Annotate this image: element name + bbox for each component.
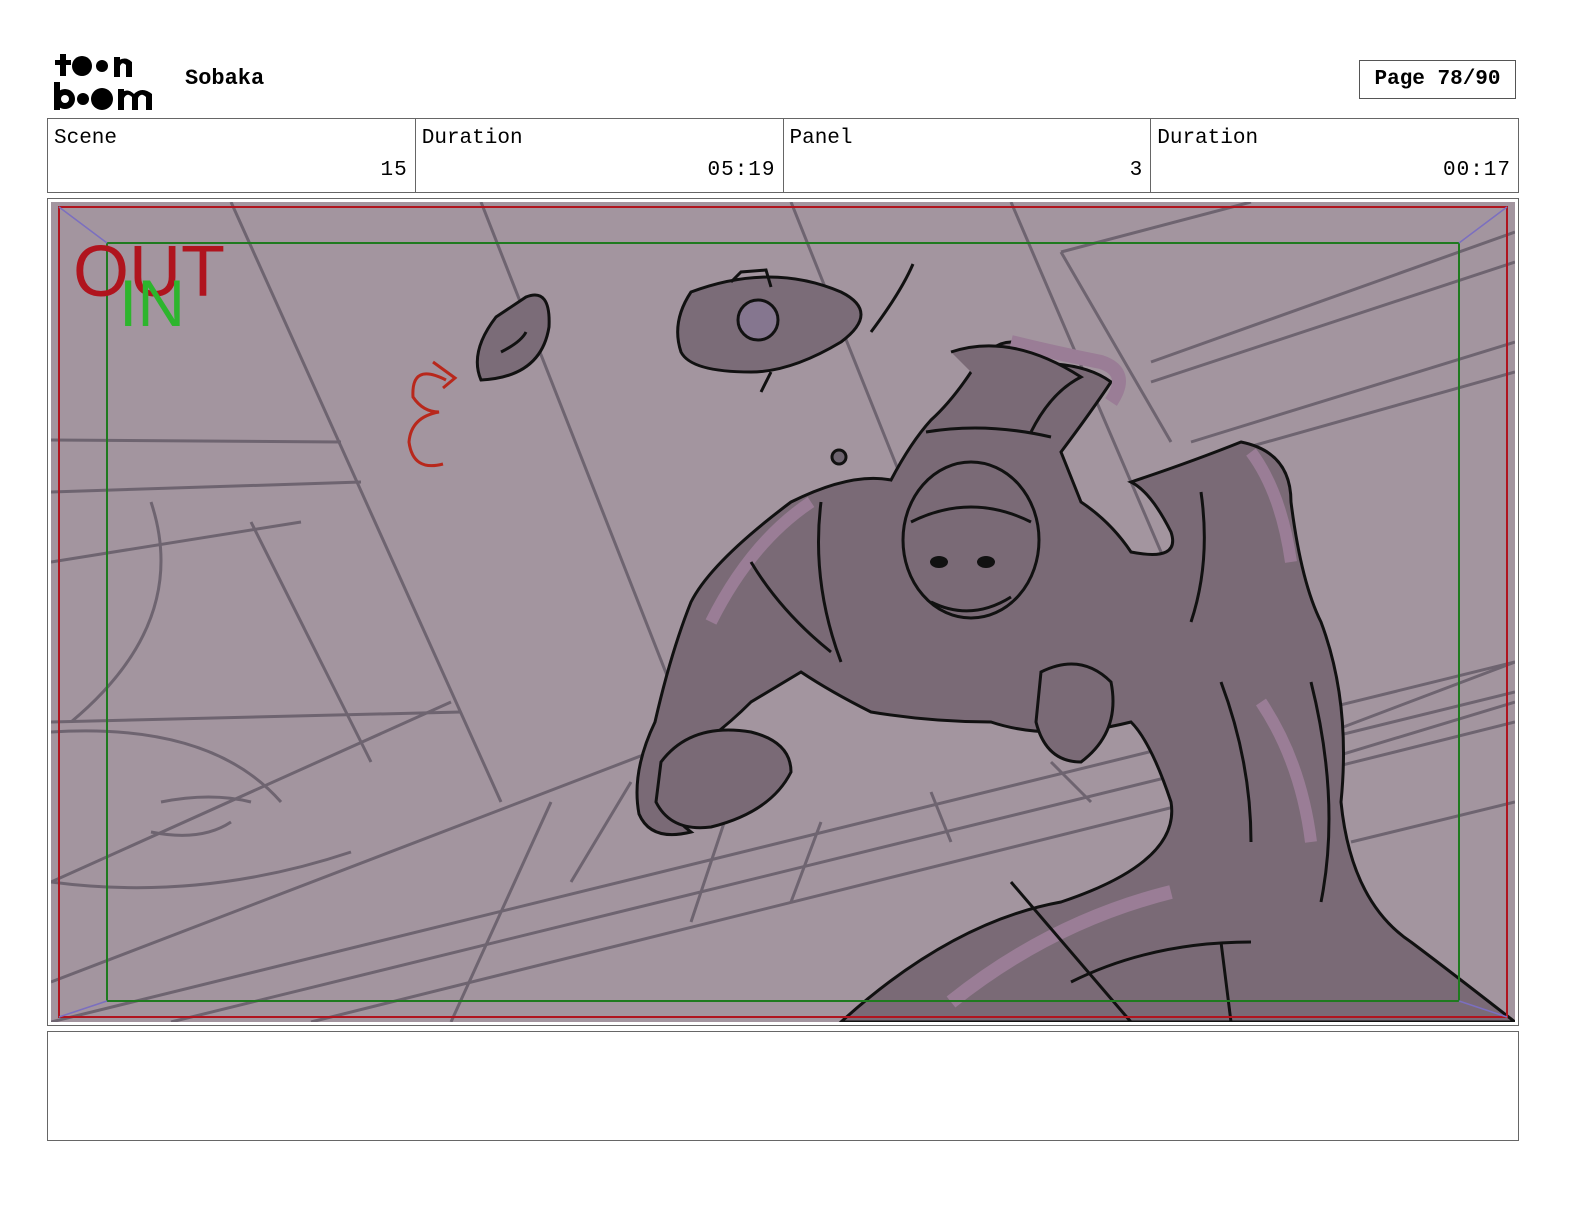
panel-duration-label: Duration <box>1157 127 1259 150</box>
scene-duration-label: Duration <box>421 127 523 150</box>
panel-duration-value: 00:17 <box>1442 159 1511 182</box>
scene-duration-cell: Duration 05:19 <box>416 119 784 192</box>
storyboard-drawing: OUT IN <box>51 202 1515 1022</box>
scene-value: 15 <box>380 159 408 182</box>
panel-duration-cell: Duration 00:17 <box>1151 119 1518 192</box>
scene-info-table: Scene 15 Duration 05:19 Panel 3 Duration… <box>47 118 1519 193</box>
in-frame-label: IN <box>119 266 185 340</box>
toonboom-logo: toon boom <box>52 52 164 112</box>
scene-cell: Scene 15 <box>48 119 416 192</box>
scene-duration-value: 05:19 <box>707 159 776 182</box>
panel-notes-box <box>47 1031 1519 1141</box>
panel-label: Panel <box>789 127 853 150</box>
scene-label: Scene <box>54 127 118 150</box>
page-indicator: Page 78/90 <box>1359 60 1516 99</box>
project-title: Sobaka <box>185 66 265 91</box>
panel-value: 3 <box>1129 159 1144 182</box>
panel-cell: Panel 3 <box>784 119 1152 192</box>
logo-graphic <box>54 54 152 110</box>
